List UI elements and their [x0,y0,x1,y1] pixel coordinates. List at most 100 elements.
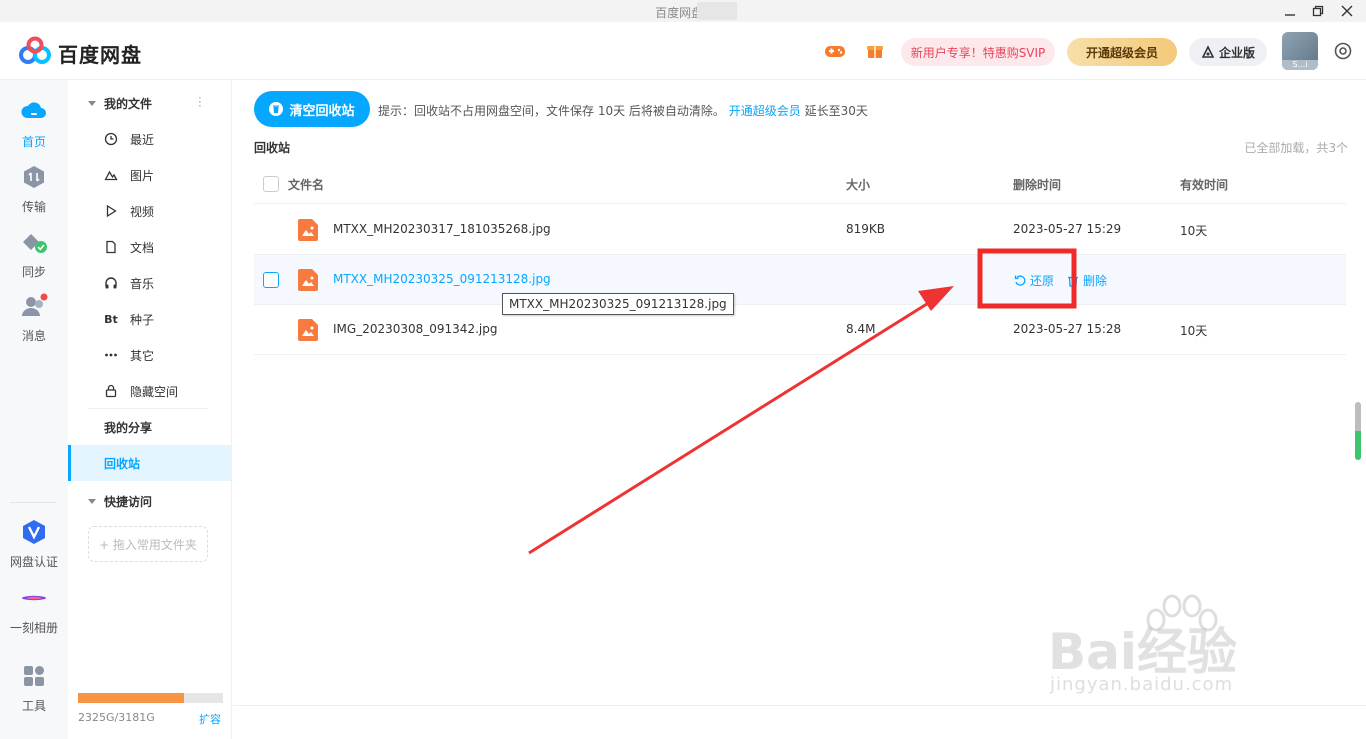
nav-group-my-files[interactable]: 我的文件 [88,93,152,113]
watermark-url: jingyan.baidu.com [1050,674,1234,695]
rail-label: 同步 [21,265,46,279]
column-header-deleted-time[interactable]: 删除时间 [1013,176,1061,193]
nav-item-videos[interactable]: 视频 [68,193,231,229]
file-size: 8.4M [846,322,876,336]
nav-item-others[interactable]: 其它 [68,337,231,373]
retention-tip: 提示：回收站不占用网盘空间，文件保存 10天 后将被自动清除。 开通超级会员 延… [378,102,868,119]
deleted-time: 2023-05-27 15:29 [1013,222,1122,236]
rail-label: 传输 [21,200,46,214]
rail-label: 一刻相册 [9,621,58,635]
user-avatar[interactable]: S...i [1282,32,1318,70]
nav-group-label: 我的文件 [104,96,153,111]
window-title-bar: 百度网盘 · [0,0,1366,22]
tip-suffix: 延长至30天 [800,104,868,118]
nav-item-documents[interactable]: 文档 [68,229,231,265]
storage-usage-fill [78,693,184,703]
valid-time: 10天 [1180,224,1208,238]
rail-item-messages[interactable]: 消息 [0,292,68,344]
select-all-checkbox[interactable] [263,176,279,192]
gift-icon [867,46,883,58]
rail-item-tools[interactable]: 工具 [0,662,68,714]
sync-icon [23,234,47,253]
rail-label: 工具 [21,699,46,713]
nav-item-music[interactable]: 音乐 [68,265,231,301]
rail-item-verify[interactable]: 网盘认证 [0,518,68,570]
nav-group-quick-access[interactable]: 快捷访问 [88,491,152,511]
image-icon [104,170,118,181]
nav-item-recent[interactable]: 最近 [68,121,231,157]
lock-icon [105,384,117,398]
enterprise-button[interactable]: 企业版 [1189,38,1267,66]
minimize-icon [1285,14,1295,16]
column-header-size[interactable]: 大小 [846,176,870,193]
rail-label: 首页 [21,135,46,149]
play-icon [106,204,117,218]
section-title: 回收站 [254,141,291,155]
game-button[interactable] [824,40,846,62]
row-checkbox[interactable] [263,272,279,288]
rail-item-album[interactable]: 一刻相册 [0,584,68,636]
storage-usage-bar [78,693,223,703]
scroll-indicator[interactable] [1355,402,1361,460]
nav-item-recycle-bin[interactable]: 回收站 [68,445,231,481]
rail-item-transfer[interactable]: 传输 [0,163,68,215]
svip-promo-button[interactable]: 新用户专享！特惠购SVIP [901,38,1055,66]
delete-label: 删除 [1083,274,1108,288]
expand-storage-link[interactable]: 扩容 [199,711,221,727]
nav-item-hidden-space[interactable]: 隐藏空间 [68,373,231,409]
file-size: 819KB [846,222,886,236]
transfer-icon [24,166,44,188]
nav-item-label: 图片 [130,168,155,183]
table-row[interactable]: MTXX_MH20230317_181035268.jpg 819KB 2023… [254,205,1346,255]
avatar-tag: S...i [1282,60,1318,70]
nav-group-label: 快捷访问 [104,494,153,509]
file-nav-sidebar: 我的文件 · · · 最近 图片 视频 文档 音乐 Bt 种子 其它 隐藏空间 我的… [68,80,232,739]
image-file-icon [298,219,318,241]
verify-v-icon [23,520,45,544]
valid-time: 10天 [1180,324,1208,338]
column-header-name[interactable]: 文件名 [288,176,324,193]
album-icon [22,595,46,601]
minimize-button[interactable] [1277,0,1303,22]
file-table-header: 文件名 大小 删除时间 有效时间 [254,164,1346,204]
rail-item-home[interactable]: 首页 [0,98,68,150]
undo-icon [1014,275,1026,286]
clear-recycle-bin-button[interactable]: 清空回收站 [254,91,370,127]
rail-item-sync[interactable]: 同步 [0,228,68,280]
delete-button[interactable]: 删除 [1067,272,1107,289]
tools-grid-icon [24,666,44,686]
nav-item-my-share[interactable]: 我的分享 [68,409,231,445]
baidu-netdisk-logo [19,36,51,64]
nav-item-images[interactable]: 图片 [68,157,231,193]
window-title: 百度网盘 · [655,6,711,20]
clear-button-label: 清空回收站 [289,103,355,119]
gift-button[interactable] [864,40,886,62]
app-header: 百度网盘 新用户专享！特惠购SVIP 开通超级会员 企业版 S...i [0,22,1366,80]
more-icon [105,353,117,357]
table-row[interactable]: MTXX_MH20230325_091213128.jpg 还原 删除 [254,255,1346,305]
enterprise-label: 企业版 [1218,45,1255,60]
open-super-vip-button[interactable]: 开通超级会员 [1067,38,1177,66]
more-dots-icon[interactable]: · · · [198,92,204,112]
document-icon [106,240,116,254]
table-row[interactable]: IMG_20230308_091342.jpg 8.4M 2023-05-27 … [254,305,1346,355]
enterprise-icon [1201,45,1215,58]
maximize-button[interactable] [1305,0,1331,22]
baidu-jingyan-watermark: Bai经验 jingyan.baidu.com [1048,592,1348,712]
nav-item-torrents[interactable]: Bt 种子 [68,301,231,337]
nav-item-label: 种子 [130,312,155,327]
close-button[interactable] [1334,0,1360,22]
deleted-time: 2023-05-27 15:28 [1013,322,1122,336]
file-name: MTXX_MH20230317_181035268.jpg [333,222,551,236]
rail-separator [10,502,56,503]
quick-access-drop-zone[interactable]: + 拖入常用文件夹 [88,526,208,562]
nav-item-label: 音乐 [130,276,155,291]
clock-icon [104,132,118,146]
nav-item-label: 隐藏空间 [130,384,179,399]
restore-window-icon [1312,5,1324,17]
file-name: IMG_20230308_091342.jpg [333,322,498,336]
open-vip-link[interactable]: 开通超级会员 [729,104,801,118]
column-header-valid-time[interactable]: 有效时间 [1180,176,1228,193]
settings-gear-icon[interactable] [1333,41,1353,61]
restore-button[interactable]: 还原 [1014,272,1054,289]
